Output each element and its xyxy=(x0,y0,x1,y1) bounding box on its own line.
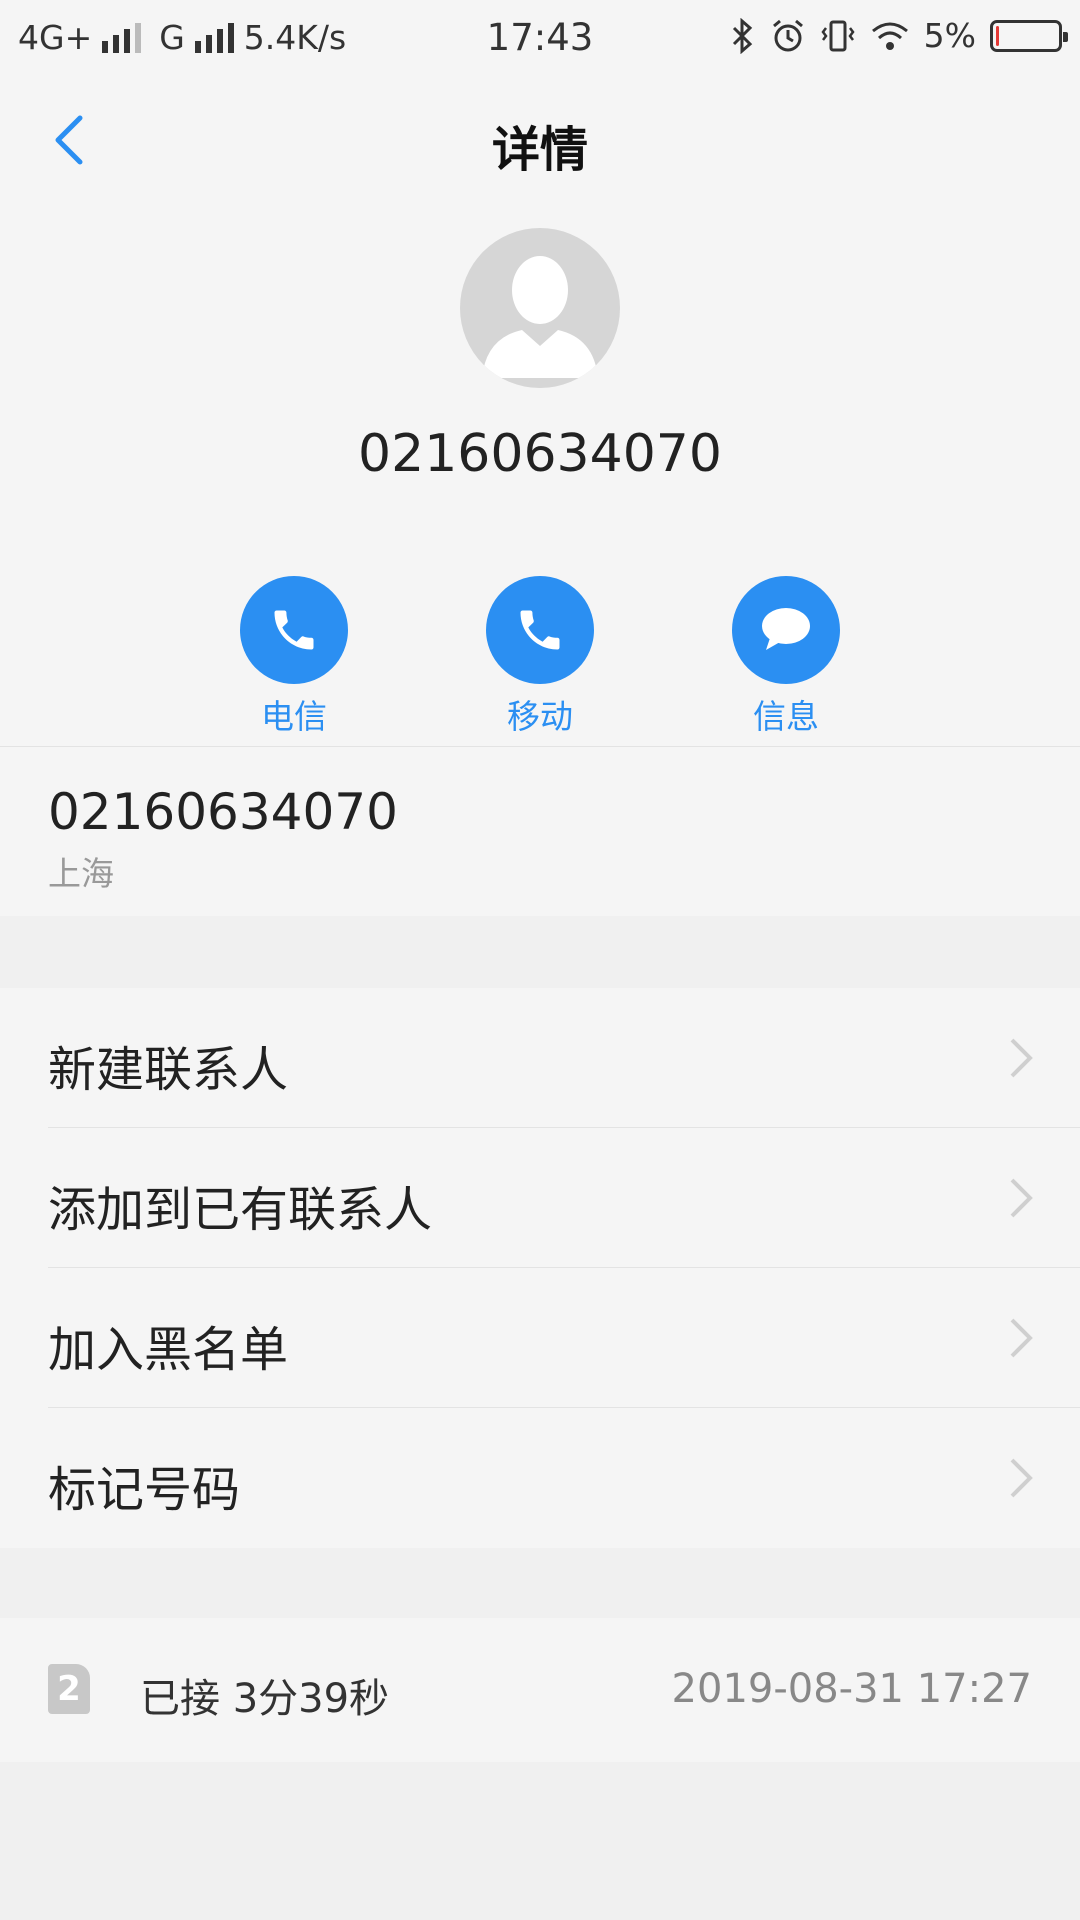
number-location: 上海 xyxy=(48,854,114,893)
message-button[interactable]: 信息 xyxy=(716,576,856,738)
call-datetime: 2019-08-31 17:27 xyxy=(671,1666,1032,1712)
chevron-right-icon xyxy=(1010,1318,1033,1358)
chevron-left-icon xyxy=(55,115,83,165)
vibrate-icon xyxy=(821,20,855,51)
message-icon xyxy=(762,608,810,650)
back-button[interactable] xyxy=(42,104,102,174)
action-label: 信息 xyxy=(753,697,819,736)
number-text: 02160634070 xyxy=(48,783,398,841)
menu-item-label: 新建联系人 xyxy=(48,1042,289,1098)
wifi-icon xyxy=(871,22,908,50)
call-circle xyxy=(240,576,348,684)
alarm-icon xyxy=(772,19,803,51)
bluetooth-icon xyxy=(732,17,752,54)
menu-item-label: 添加到已有联系人 xyxy=(48,1182,433,1238)
call-mobile-button[interactable]: 移动 xyxy=(470,576,610,738)
sim-card-icon: 2 xyxy=(48,1664,90,1714)
menu-item-label: 加入黑名单 xyxy=(48,1322,289,1378)
app-header: 详情 xyxy=(0,76,1080,206)
action-label: 移动 xyxy=(507,697,573,736)
call-telecom-button[interactable]: 电信 xyxy=(224,576,364,738)
menu-item-blacklist[interactable]: 加入黑名单 xyxy=(0,1268,1080,1408)
menu-item-label: 标记号码 xyxy=(48,1462,241,1518)
action-label: 电信 xyxy=(261,697,327,736)
call-log-entry[interactable]: 2 已接 3分39秒 2019-08-31 17:27 xyxy=(0,1618,1080,1762)
battery-level xyxy=(996,25,999,46)
number-info-row[interactable]: 02160634070 上海 xyxy=(0,746,1080,916)
chevron-right-icon xyxy=(1010,1038,1033,1078)
phone-icon xyxy=(274,610,314,650)
chevron-right-icon xyxy=(1010,1458,1033,1498)
message-circle xyxy=(732,576,840,684)
call-circle xyxy=(486,576,594,684)
status-bar: 4G+ G 5.4K/s 17:43 5% xyxy=(0,0,1080,76)
battery-icon xyxy=(990,19,1068,52)
status-right: 5% xyxy=(730,16,1068,55)
avatar xyxy=(460,228,620,388)
chevron-right-icon xyxy=(1010,1178,1033,1218)
menu-item-new-contact[interactable]: 新建联系人 xyxy=(0,988,1080,1128)
options-menu: 新建联系人 添加到已有联系人 加入黑名单 标记号码 xyxy=(0,988,1080,1548)
call-status: 已接 3分39秒 xyxy=(140,1676,390,1722)
battery-percent: 5% xyxy=(923,16,976,55)
contact-number: 02160634070 xyxy=(358,424,722,484)
page-title: 详情 xyxy=(491,122,588,178)
contact-summary: 02160634070 电信 移动 信息 xyxy=(0,206,1080,746)
call-detail-screen: 4G+ G 5.4K/s 17:43 5% 详情 02160634070 电信 … xyxy=(0,0,1080,1920)
person-silhouette-icon xyxy=(482,256,598,378)
menu-item-add-to-existing[interactable]: 添加到已有联系人 xyxy=(0,1128,1080,1268)
phone-icon xyxy=(520,610,560,650)
menu-item-mark-number[interactable]: 标记号码 xyxy=(0,1408,1080,1548)
